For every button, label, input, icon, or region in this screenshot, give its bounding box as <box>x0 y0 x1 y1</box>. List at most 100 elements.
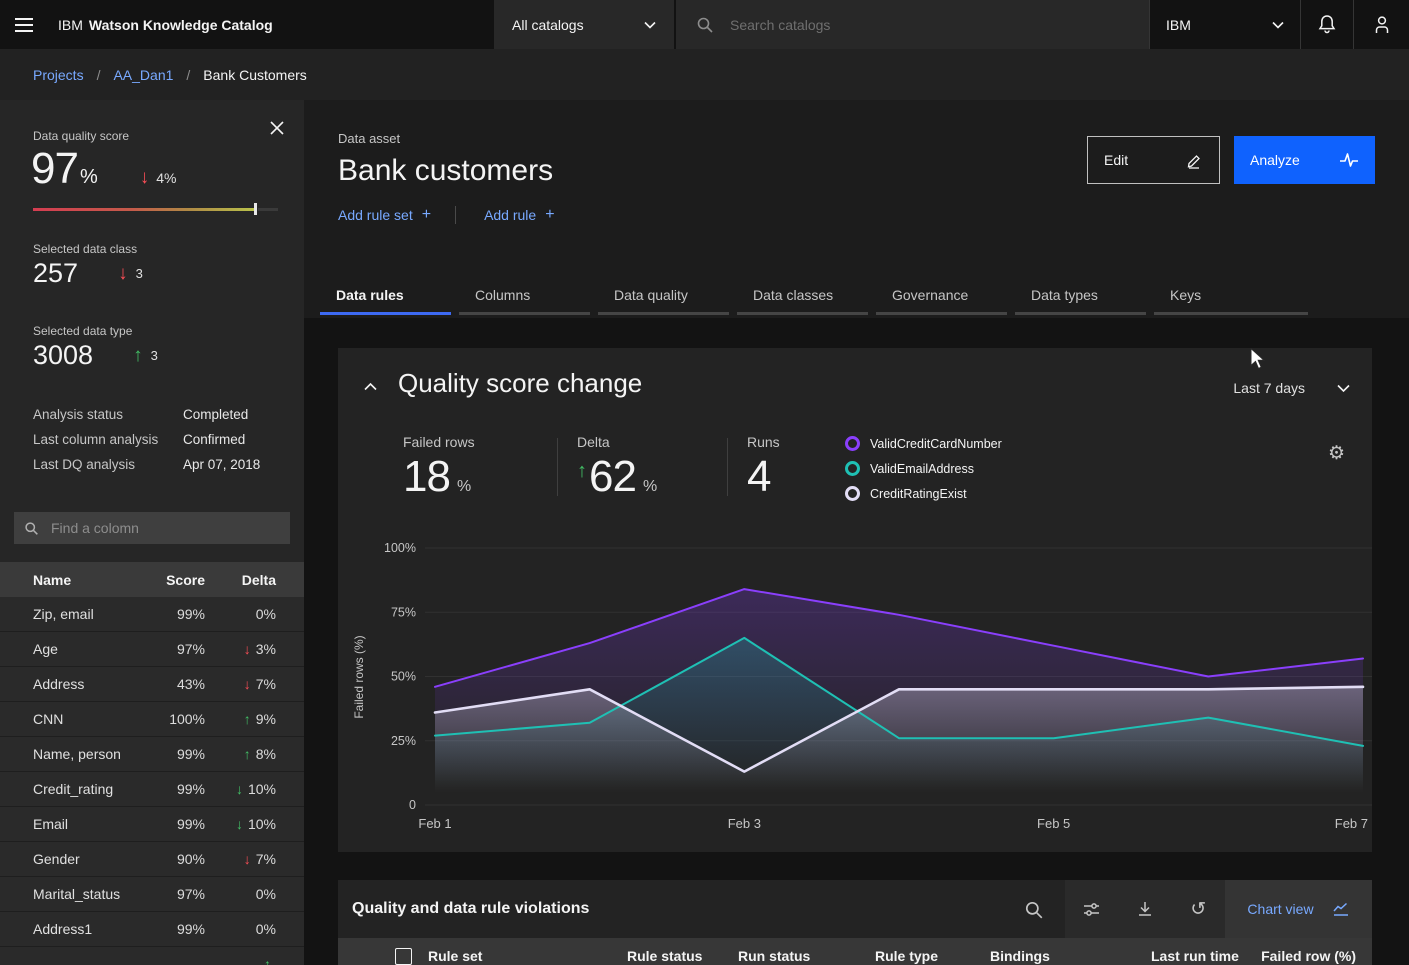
column-delta-value: 7% <box>256 676 276 692</box>
x-tick-label: Feb 3 <box>728 816 761 831</box>
stat-unit: % <box>643 478 657 496</box>
table-row[interactable]: Name, person99%↑8% <box>0 737 304 772</box>
notifications-button[interactable] <box>1301 0 1354 49</box>
column-name: Address1 <box>33 921 143 937</box>
breadcrumb-item[interactable]: AA_Dan1 <box>113 67 173 83</box>
column-delta: ↓10% <box>205 816 276 832</box>
stat-label: Delta <box>577 434 657 450</box>
column-delta-value: 8% <box>256 746 276 762</box>
tab-governance[interactable]: Governance <box>876 279 1007 315</box>
column-delta: ↓7% <box>205 676 276 692</box>
column-delta: 0% <box>205 606 276 622</box>
violations-table-header: Rule setRule statusRun statusRule typeBi… <box>338 938 1372 965</box>
user-avatar-icon <box>1372 14 1392 35</box>
table-row[interactable]: CNN100%↑9% <box>0 702 304 737</box>
detail-row: Last column analysisConfirmed <box>33 427 283 452</box>
rule-links: Add rule set + Add rule + <box>338 206 555 224</box>
tab-columns[interactable]: Columns <box>459 279 590 315</box>
legend-item[interactable]: ValidEmailAddress <box>845 456 1002 481</box>
hamburger-icon <box>12 13 36 37</box>
refresh-button[interactable]: ↺ <box>1184 895 1212 923</box>
violations-header-failed-row-: Failed row (%) <box>1261 948 1356 964</box>
tab-keys[interactable]: Keys <box>1154 279 1308 315</box>
column-delta-value: 9% <box>256 711 276 727</box>
close-panel-button[interactable] <box>269 117 291 139</box>
app-brand: IBM Watson Knowledge Catalog <box>58 0 273 49</box>
y-tick-label: 0 <box>409 798 416 812</box>
column-name: Marital_status <box>33 886 143 902</box>
download-button[interactable] <box>1131 895 1159 923</box>
stat-number: 62 <box>589 452 636 502</box>
column-search <box>14 512 290 544</box>
violations-card: Quality and data rule violations <box>338 880 1372 965</box>
time-range-selector[interactable]: Last 7 days <box>1233 380 1350 396</box>
profile-button[interactable] <box>1355 0 1409 49</box>
data-type-delta-value: 3 <box>151 348 158 363</box>
violations-search-button[interactable] <box>1024 897 1050 923</box>
account-selector[interactable]: IBM <box>1149 0 1301 49</box>
time-range-label: Last 7 days <box>1233 380 1305 396</box>
column-score: 90% <box>143 851 205 867</box>
arrow-up-icon: ↑ <box>133 346 143 365</box>
tab-data-quality[interactable]: Data quality <box>598 279 729 315</box>
chevron-up-icon <box>364 382 377 391</box>
data-class-delta-value: 3 <box>136 266 143 281</box>
card-title: Quality score change <box>398 368 642 399</box>
brand-prefix: IBM <box>58 17 83 33</box>
legend-item[interactable]: ValidCreditCardNumber <box>845 431 1002 456</box>
column-search-input[interactable] <box>49 519 280 537</box>
detail-value: Apr 07, 2018 <box>183 457 260 472</box>
analyze-button[interactable]: Analyze <box>1234 136 1375 184</box>
catalog-selector-label: All catalogs <box>512 17 584 33</box>
plus-icon: + <box>422 206 431 224</box>
table-row[interactable]: Zip, email99%0% <box>0 597 304 632</box>
chart-view-toggle[interactable]: Chart view <box>1225 880 1372 938</box>
tab-data-rules[interactable]: Data rules <box>320 279 451 315</box>
select-all-checkbox[interactable] <box>395 948 412 965</box>
chart-view-icon <box>1332 901 1350 917</box>
table-row[interactable]: Gender90%↓7% <box>0 842 304 877</box>
filter-button[interactable] <box>1078 895 1106 923</box>
column-score: 99% <box>143 781 205 797</box>
activity-icon <box>1339 152 1359 168</box>
columns-table: Zip, email99%0%Age97%↓3%Address43%↓7% CNN… <box>0 597 304 965</box>
column-delta: ↑8% <box>205 746 276 762</box>
tab-data-classes[interactable]: Data classes <box>737 279 868 315</box>
add-rule-set-link[interactable]: Add rule set + <box>338 206 431 224</box>
table-row[interactable]: Age97%↓3% <box>0 632 304 667</box>
table-row[interactable]: Credit_rating99%↓10% <box>0 772 304 807</box>
chart-view-label: Chart view <box>1247 901 1313 917</box>
line-chart: 100%75%50%25%0Failed rows (%)Feb 1Feb 3F… <box>338 530 1372 852</box>
page-title: Bank customers <box>338 154 553 188</box>
legend-item[interactable]: CreditRatingExist <box>845 481 1002 506</box>
analysis-details: Analysis statusCompletedLast column anal… <box>33 402 283 477</box>
arrow-up-icon: ↑ <box>244 712 251 726</box>
hamburger-menu-button[interactable] <box>12 12 38 38</box>
table-row[interactable]: Email99%↓10% <box>0 807 304 842</box>
app-root: IBM Watson Knowledge Catalog All catalog… <box>0 0 1409 965</box>
tab-data-types[interactable]: Data types <box>1015 279 1146 315</box>
catalog-selector[interactable]: All catalogs <box>494 0 674 49</box>
breadcrumb-item[interactable]: Projects <box>33 67 84 83</box>
table-row[interactable]: ↑ <box>0 947 304 965</box>
violations-header-rule-type: Rule type <box>875 948 938 964</box>
violations-header-bindings: Bindings <box>990 948 1050 964</box>
column-score: 99% <box>143 606 205 622</box>
edit-button[interactable]: Edit <box>1087 136 1220 184</box>
column-score: 43% <box>143 676 205 692</box>
legend-ring-icon <box>845 436 860 451</box>
search-input[interactable] <box>728 16 1135 34</box>
column-name: Age <box>33 641 143 657</box>
violations-header-rule-status: Rule status <box>627 948 702 964</box>
table-row[interactable]: Marital_status97%0% <box>0 877 304 912</box>
add-rule-link[interactable]: Add rule + <box>484 206 555 224</box>
column-score: 97% <box>143 641 205 657</box>
table-row[interactable]: Address43%↓7% <box>0 667 304 702</box>
violations-toolbar: ↺ <box>1065 880 1225 938</box>
pencil-icon <box>1186 152 1203 169</box>
collapse-card-button[interactable] <box>364 378 382 394</box>
table-row[interactable]: Address199%0% <box>0 912 304 947</box>
gear-icon[interactable]: ⚙ <box>1328 444 1345 463</box>
column-name: CNN <box>33 711 143 727</box>
bell-icon <box>1317 14 1337 35</box>
